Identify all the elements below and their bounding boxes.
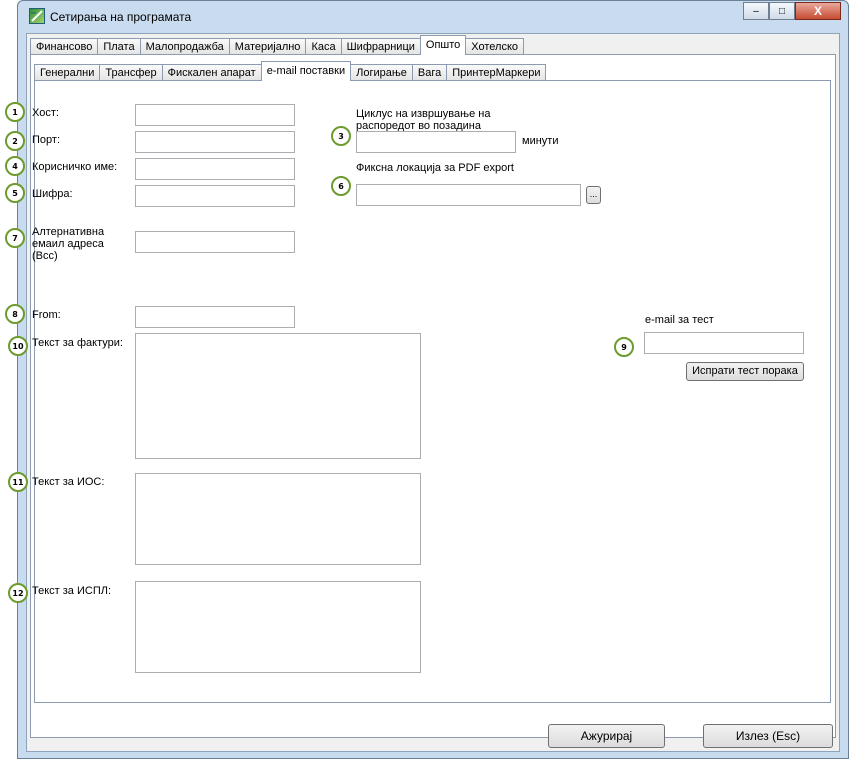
from-label: From: xyxy=(32,309,61,321)
ios-text-area[interactable] xyxy=(135,473,421,565)
tab-printer-markeri[interactable]: ПринтерМаркери xyxy=(446,64,547,81)
pdf-location-input[interactable] xyxy=(356,184,581,206)
send-test-button[interactable]: Испрати тест порака xyxy=(686,362,804,381)
cycle-label-line1: Циклус на извршување на xyxy=(356,108,491,120)
test-email-label: e-mail за тест xyxy=(645,314,714,326)
browse-button[interactable]: ... xyxy=(586,186,601,204)
tab-vaga[interactable]: Вага xyxy=(411,64,448,81)
alt-email-input[interactable] xyxy=(135,231,295,253)
alt-email-label-line3: (Bcc) xyxy=(32,250,58,262)
exit-button[interactable]: Излез (Esc) xyxy=(703,724,833,748)
maximize-button[interactable]: □ xyxy=(769,2,795,20)
callout-badge-11: 11 xyxy=(8,472,28,492)
callout-badge-7: 7 xyxy=(5,228,25,248)
callout-badge-10: 10 xyxy=(8,336,28,356)
update-button[interactable]: Ажурирај xyxy=(548,724,665,748)
host-input[interactable] xyxy=(135,104,295,126)
tab-transfer[interactable]: Трансфер xyxy=(99,64,163,81)
callout-badge-6: 6 xyxy=(331,176,351,196)
ispl-text-label: Текст за ИСПЛ: xyxy=(32,585,111,597)
port-input[interactable] xyxy=(135,131,295,153)
invoice-text-label: Текст за фактури: xyxy=(32,337,123,349)
callout-badge-4: 4 xyxy=(5,156,25,176)
minutes-label: минути xyxy=(522,135,559,147)
tab-hotelsko[interactable]: Хотелско xyxy=(465,38,524,55)
close-button[interactable]: X xyxy=(795,2,841,20)
minimize-button[interactable]: ‒ xyxy=(743,2,769,20)
tab-plata[interactable]: Плата xyxy=(97,38,141,55)
tab-fiskalen-aparat[interactable]: Фискален апарат xyxy=(161,64,262,81)
alt-email-label-line1: Алтернативна xyxy=(32,226,105,238)
tab-email-postavki[interactable]: e-mail поставки xyxy=(260,61,352,81)
title-bar: Сетирања на програмата ‒ □ X xyxy=(18,1,848,33)
main-tab-strip: Финансово Плата Малопродажба Материјално… xyxy=(30,35,524,55)
callout-badge-12: 12 xyxy=(8,583,28,603)
tab-materijalno[interactable]: Материјално xyxy=(228,38,307,55)
callout-badge-2: 2 xyxy=(5,131,25,151)
callout-badge-8: 8 xyxy=(5,304,25,324)
cycle-minutes-input[interactable] xyxy=(356,131,516,153)
sub-tab-strip: Генерални Трансфер Фискален апарат e-mai… xyxy=(34,61,547,81)
tab-sifrarnici[interactable]: Шифрарници xyxy=(340,38,421,55)
test-email-input[interactable] xyxy=(644,332,804,354)
callout-badge-1: 1 xyxy=(5,102,25,122)
callout-badge-5: 5 xyxy=(5,183,25,203)
window-title: Сетирања на програмата xyxy=(50,10,192,24)
pdf-location-label: Фиксна локација за PDF export xyxy=(356,162,514,174)
tab-logiranje[interactable]: Логирање xyxy=(350,64,413,81)
tab-generalni[interactable]: Генерални xyxy=(34,64,101,81)
host-label: Хост: xyxy=(32,107,59,119)
alt-email-label-line2: емаил адреса xyxy=(32,238,104,250)
callout-badge-3: 3 xyxy=(331,126,351,146)
tab-opsto[interactable]: Општо xyxy=(419,35,467,55)
tab-kasa[interactable]: Каса xyxy=(305,38,342,55)
app-logo-icon xyxy=(29,8,45,24)
username-input[interactable] xyxy=(135,158,295,180)
password-label: Шифра: xyxy=(32,188,73,200)
ios-text-label: Текст за ИОС: xyxy=(32,476,105,488)
callout-badge-9: 9 xyxy=(614,337,634,357)
tab-maloprodazba[interactable]: Малопродажба xyxy=(139,38,230,55)
ispl-text-area[interactable] xyxy=(135,581,421,673)
invoice-text-area[interactable] xyxy=(135,333,421,459)
password-input[interactable] xyxy=(135,185,295,207)
port-label: Порт: xyxy=(32,134,60,146)
tab-finansovo[interactable]: Финансово xyxy=(30,38,99,55)
from-input[interactable] xyxy=(135,306,295,328)
username-label: Корисничко име: xyxy=(32,161,118,173)
